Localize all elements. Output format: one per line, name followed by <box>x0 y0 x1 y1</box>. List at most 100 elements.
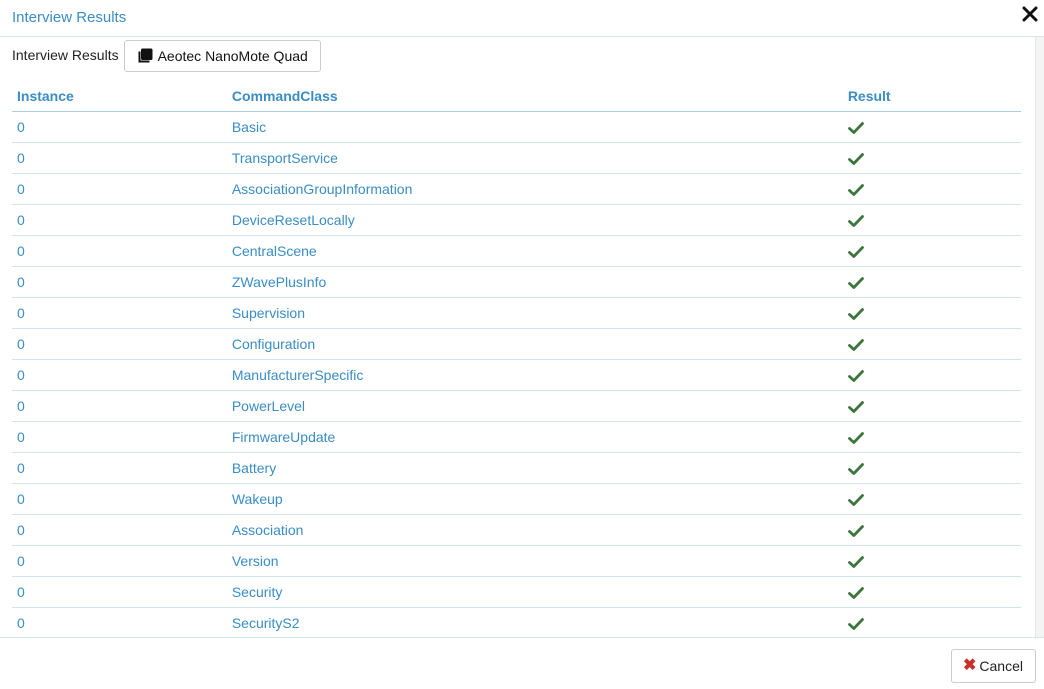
cell-instance: 0 <box>12 514 227 546</box>
check-icon <box>847 369 864 383</box>
cell-commandclass: Supervision <box>226 297 843 329</box>
table-row: 0 Association <box>12 514 1021 546</box>
table-row: 0 Security <box>12 576 1021 608</box>
header-instance[interactable]: Instance <box>12 81 227 112</box>
cell-result <box>842 514 1021 546</box>
device-button[interactable]: Aeotec NanoMote Quad <box>123 40 321 72</box>
cell-instance: 0 <box>12 390 227 422</box>
close-icon: ✖ <box>963 657 977 674</box>
cell-result <box>842 297 1021 329</box>
check-icon <box>847 462 864 476</box>
interview-results-modal: Interview Results Interview Results Aeot… <box>0 0 1044 689</box>
check-icon <box>847 245 864 259</box>
modal-title: Interview Results <box>12 9 127 26</box>
cell-result <box>843 608 1021 638</box>
table-row: 0 SecurityS2 <box>12 608 1021 638</box>
cell-result <box>842 359 1021 391</box>
modal-footer: ✖ Cancel <box>0 637 1044 689</box>
cell-instance: 0 <box>12 297 227 329</box>
cell-commandclass: DeviceResetLocally <box>226 204 843 236</box>
table-row: 0 Basic <box>12 111 1021 143</box>
cell-instance: 0 <box>12 235 227 267</box>
modal-header: Interview Results <box>0 0 1044 37</box>
table-row: 0 Version <box>12 545 1021 577</box>
cell-instance: 0 <box>12 328 227 360</box>
cell-instance: 0 <box>12 421 227 453</box>
cell-commandclass: Security <box>226 576 843 608</box>
cell-result <box>842 266 1021 298</box>
cell-instance: 0 <box>12 266 227 298</box>
cell-instance: 0 <box>12 576 227 608</box>
table-row: 0 TransportService <box>12 142 1021 174</box>
cancel-button[interactable]: ✖ Cancel <box>951 649 1036 683</box>
cancel-button-label: Cancel <box>979 658 1023 674</box>
check-icon <box>847 121 864 135</box>
cell-commandclass: SecurityS2 <box>231 615 300 631</box>
table-row: 0 Configuration <box>12 328 1021 360</box>
cell-commandclass: FirmwareUpdate <box>226 421 843 453</box>
check-icon <box>847 431 864 445</box>
cell-result <box>842 111 1021 143</box>
cell-commandclass: Version <box>226 545 843 577</box>
toolbar-label: Interview Results <box>12 47 119 63</box>
cell-instance: 0 <box>12 111 227 143</box>
device-button-label: Aeotec NanoMote Quad <box>157 48 308 64</box>
cell-commandclass: CentralScene <box>226 235 843 267</box>
cell-instance: 0 <box>12 204 227 236</box>
check-icon <box>847 524 864 538</box>
check-icon <box>847 555 864 569</box>
check-icon <box>847 152 864 166</box>
table-row: 0 Supervision <box>12 297 1021 329</box>
cell-commandclass: Configuration <box>226 328 843 360</box>
check-icon <box>847 307 864 321</box>
table-row: 0 ManufacturerSpecific <box>12 359 1021 391</box>
check-icon <box>847 183 864 197</box>
check-icon <box>847 617 864 631</box>
cell-result <box>842 235 1021 267</box>
table-row: 0 FirmwareUpdate <box>12 421 1021 453</box>
cell-result <box>842 204 1021 236</box>
cell-commandclass: ManufacturerSpecific <box>226 359 843 391</box>
cell-instance: 0 <box>12 483 227 515</box>
cell-commandclass: PowerLevel <box>226 390 843 422</box>
check-icon <box>847 493 864 507</box>
check-icon <box>847 400 864 414</box>
header-commandclass[interactable]: CommandClass <box>226 81 843 112</box>
cell-commandclass: Wakeup <box>226 483 843 515</box>
cell-result <box>842 173 1021 205</box>
cell-instance: 0 <box>12 173 227 205</box>
cell-commandclass: TransportService <box>226 142 843 174</box>
table-row: 0 CentralScene <box>12 235 1021 267</box>
cell-commandclass: Battery <box>226 452 843 484</box>
cell-result <box>842 576 1021 608</box>
table-header-row: Instance CommandClass Result <box>12 81 1021 112</box>
table-row: 0 Battery <box>12 452 1021 484</box>
table-row: 0 AssociationGroupInformation <box>12 173 1021 205</box>
cell-commandclass: ZWavePlusInfo <box>226 266 843 298</box>
modal-body: Interview Results Aeotec NanoMote Quad I… <box>0 37 1036 637</box>
cell-commandclass: Association <box>226 514 843 546</box>
cell-result <box>842 483 1021 515</box>
cell-instance: 0 <box>17 615 25 631</box>
cell-result <box>842 328 1021 360</box>
header-result[interactable]: Result <box>842 81 1021 112</box>
table-row: 0 ZWavePlusInfo <box>12 266 1021 298</box>
cell-instance: 0 <box>12 359 227 391</box>
check-icon <box>847 338 864 352</box>
cell-result <box>842 545 1021 577</box>
scrollbar[interactable] <box>1035 37 1044 637</box>
results-table: Instance CommandClass Result 0 Basic 0 Tran… <box>12 81 1021 637</box>
table-row: 0 Wakeup <box>12 483 1021 515</box>
cell-instance: 0 <box>12 142 227 174</box>
table-row: 0 DeviceResetLocally <box>12 204 1021 236</box>
cell-result <box>842 452 1021 484</box>
table-row: 0 PowerLevel <box>12 390 1021 422</box>
cell-result <box>842 421 1021 453</box>
cell-commandclass: AssociationGroupInformation <box>226 173 843 205</box>
check-icon <box>847 276 864 290</box>
cell-commandclass: Basic <box>226 111 843 143</box>
cell-result <box>842 390 1021 422</box>
toolbar: Interview Results Aeotec NanoMote Quad <box>12 39 321 73</box>
close-icon[interactable] <box>1020 4 1040 24</box>
cell-instance: 0 <box>12 452 227 484</box>
